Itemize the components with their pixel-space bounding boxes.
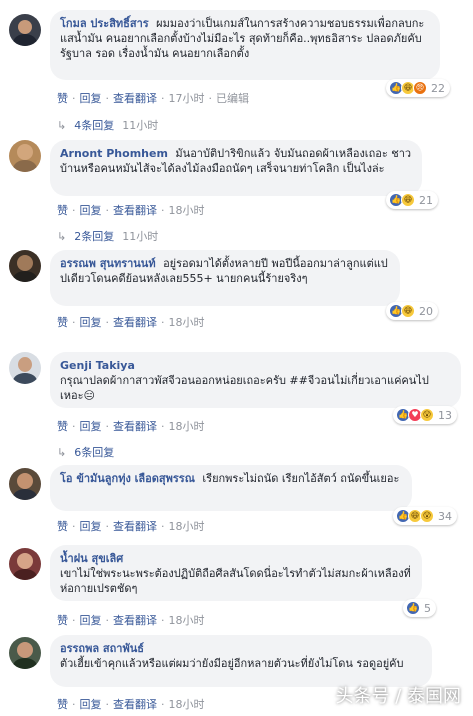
comment-text: เรียกพระไม่ถนัด เรียกไอ้สัตว์ ถนัดขึ้นเย…: [202, 472, 400, 485]
comment-text: เขาไม่ใช่พระนะพระต้องปฏิบัติถือศีลสันโดด…: [60, 567, 411, 595]
replies-count[interactable]: 6条回复: [74, 446, 114, 459]
comment-bubble: โกมล ประสิทธิ์สาร ผมมองว่าเป็นเกมส์ในการ…: [50, 10, 440, 80]
haha-reaction-icon: 😆: [401, 304, 415, 318]
like-reaction-icon: 👍: [406, 601, 420, 615]
timestamp[interactable]: 18小时: [169, 614, 205, 627]
comment-author[interactable]: อรรณพ สุนทรานนท์: [60, 257, 156, 270]
reaction-count: 20: [419, 304, 433, 318]
like-link[interactable]: 赞: [57, 316, 68, 329]
comment-text: ตัวเฮี้ยเข้าคุกแล้วหรือแต่ผมว่ายังมีอยู่…: [60, 657, 404, 670]
angry-reaction-icon: 😠: [413, 81, 427, 95]
reply-link[interactable]: 回复: [80, 420, 102, 433]
reply-link[interactable]: 回复: [80, 316, 102, 329]
comment-bubble: โอ ข้ามันลูกทุ่ง เลือดสุพรรณ เรียกพระไม่…: [50, 465, 412, 511]
like-link[interactable]: 赞: [57, 698, 68, 711]
comment-bubble: Arnont Phomhem มันอาบัติปาริขิกแล้ว จับม…: [50, 140, 422, 196]
timestamp[interactable]: 18小时: [169, 698, 205, 711]
comment-author[interactable]: น้ำฝน สุขเลิศ: [60, 552, 123, 565]
replies-time: 11小时: [122, 119, 159, 132]
like-link[interactable]: 赞: [57, 92, 68, 105]
reply-link[interactable]: 回复: [80, 92, 102, 105]
see-translation-link[interactable]: 查看翻译: [113, 316, 157, 329]
haha-reaction-icon: 😆: [401, 193, 415, 207]
reaction-count: 5: [424, 601, 431, 615]
timestamp[interactable]: 17小时: [169, 92, 205, 105]
replies-count[interactable]: 4条回复: [74, 119, 114, 132]
comment-actions: 赞 · 回复 · 查看翻译 · 18小时: [57, 520, 205, 533]
edited-label[interactable]: 已编辑: [216, 92, 249, 105]
reply-link[interactable]: 回复: [80, 204, 102, 217]
reply-link[interactable]: 回复: [80, 698, 102, 711]
timestamp[interactable]: 18小时: [169, 420, 205, 433]
reaction-summary[interactable]: 👍 ♥ 😮 13: [393, 406, 457, 424]
reply-arrow-icon: ↳: [57, 230, 67, 243]
like-link[interactable]: 赞: [57, 420, 68, 433]
avatar[interactable]: [9, 140, 41, 172]
comment-actions: 赞 · 回复 · 查看翻译 · 18小时: [57, 698, 205, 711]
wow-reaction-icon: 😮: [420, 509, 434, 523]
timestamp[interactable]: 18小时: [169, 316, 205, 329]
comment-author[interactable]: อรรถพล สถาพันธ์: [60, 642, 144, 655]
comment-actions: 赞 · 回复 · 查看翻译 · 18小时: [57, 204, 205, 217]
avatar[interactable]: [9, 352, 41, 384]
comment-actions: 赞 · 回复 · 查看翻译 · 17小时 · 已编辑: [57, 92, 249, 105]
avatar[interactable]: [9, 14, 41, 46]
see-translation-link[interactable]: 查看翻译: [113, 204, 157, 217]
reply-link[interactable]: 回复: [80, 520, 102, 533]
comment-author[interactable]: โกมล ประสิทธิ์สาร: [60, 17, 149, 30]
see-translation-link[interactable]: 查看翻译: [113, 92, 157, 105]
view-replies-link[interactable]: ↳ 2条回复 11小时: [57, 228, 158, 244]
reaction-summary[interactable]: 👍 😆 21: [386, 191, 438, 209]
reaction-summary[interactable]: 👍 😆 😠 22: [386, 79, 450, 97]
avatar[interactable]: [9, 250, 41, 282]
comment-bubble: น้ำฝน สุขเลิศ เขาไม่ใช่พระนะพระต้องปฏิบั…: [50, 545, 422, 601]
see-translation-link[interactable]: 查看翻译: [113, 698, 157, 711]
comment-bubble: อรรณพ สุนทรานนท์ อยู่รอดมาได้ตั้งหลายปี …: [50, 250, 400, 306]
comment-bubble: Genji Takiya กรุณาปลดผ้ากาสาวพัสจีวอนออก…: [50, 352, 461, 408]
reaction-count: 22: [431, 81, 445, 95]
reply-arrow-icon: ↳: [57, 446, 67, 459]
reaction-count: 21: [419, 193, 433, 207]
comment-author[interactable]: Genji Takiya: [60, 359, 135, 372]
timestamp[interactable]: 18小时: [169, 520, 205, 533]
like-link[interactable]: 赞: [57, 204, 68, 217]
wow-reaction-icon: 😮: [420, 408, 434, 422]
see-translation-link[interactable]: 查看翻译: [113, 520, 157, 533]
watermark: 头条号 / 泰国网: [335, 686, 461, 707]
reaction-summary[interactable]: 👍 5: [403, 599, 436, 617]
avatar[interactable]: [9, 468, 41, 500]
reaction-count: 34: [438, 509, 452, 523]
comment-text: กรุณาปลดผ้ากาสาวพัสจีวอนออกหน่อยเถอะครับ…: [60, 374, 429, 402]
comment-actions: 赞 · 回复 · 查看翻译 · 18小时: [57, 614, 205, 627]
see-translation-link[interactable]: 查看翻译: [113, 614, 157, 627]
comment-bubble: อรรถพล สถาพันธ์ ตัวเฮี้ยเข้าคุกแล้วหรือแ…: [50, 635, 432, 687]
reply-arrow-icon: ↳: [57, 119, 67, 132]
reaction-summary[interactable]: 👍 😆 20: [386, 302, 438, 320]
view-replies-link[interactable]: ↳ 6条回复: [57, 444, 114, 460]
reaction-count: 13: [438, 408, 452, 422]
timestamp[interactable]: 18小时: [169, 204, 205, 217]
like-link[interactable]: 赞: [57, 520, 68, 533]
comment-actions: 赞 · 回复 · 查看翻译 · 18小时: [57, 316, 205, 329]
avatar[interactable]: [9, 548, 41, 580]
comment-author[interactable]: โอ ข้ามันลูกทุ่ง เลือดสุพรรณ: [60, 472, 195, 485]
reaction-summary[interactable]: 👍 😆 😮 34: [393, 507, 457, 525]
avatar[interactable]: [9, 637, 41, 669]
comment-author[interactable]: Arnont Phomhem: [60, 147, 168, 160]
see-translation-link[interactable]: 查看翻译: [113, 420, 157, 433]
replies-count[interactable]: 2条回复: [74, 230, 114, 243]
like-link[interactable]: 赞: [57, 614, 68, 627]
reply-link[interactable]: 回复: [80, 614, 102, 627]
replies-time: 11小时: [122, 230, 159, 243]
comment-actions: 赞 · 回复 · 查看翻译 · 18小时: [57, 420, 205, 433]
view-replies-link[interactable]: ↳ 4条回复 11小时: [57, 117, 158, 133]
